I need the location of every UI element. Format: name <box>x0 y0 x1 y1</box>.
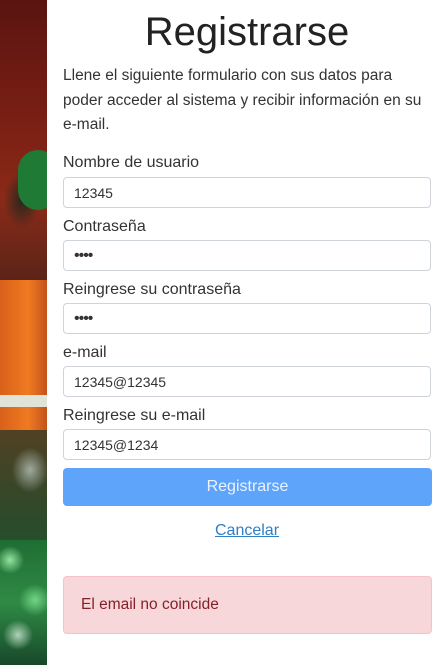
background-photo <box>0 0 47 665</box>
register-button[interactable]: Registrarse <box>63 468 432 506</box>
email-confirm-input[interactable] <box>63 429 431 460</box>
email-label: e-mail <box>63 344 107 361</box>
bottles-shape <box>0 540 47 665</box>
email-input[interactable] <box>63 366 431 397</box>
password-label: Contraseña <box>63 218 146 235</box>
password-input[interactable] <box>63 240 431 271</box>
helmet-shape <box>18 150 47 210</box>
password-confirm-input[interactable] <box>63 303 431 334</box>
vest-stripe <box>0 395 47 407</box>
username-label: Nombre de usuario <box>63 154 200 171</box>
error-alert: El email no coincide <box>63 576 432 634</box>
cancel-container: Cancelar <box>47 522 447 540</box>
vest-shape <box>0 280 47 430</box>
error-alert-text: El email no coincide <box>81 596 219 613</box>
username-input[interactable] <box>63 177 431 208</box>
password-confirm-label: Reingrese su contraseña <box>63 281 241 298</box>
page-title: Registrarse <box>144 10 350 54</box>
cancel-link[interactable]: Cancelar <box>215 522 279 539</box>
intro-text: Llene el siguiente formulario con sus da… <box>63 67 422 133</box>
registration-form: Registrarse Llene el siguiente formulari… <box>47 0 447 665</box>
email-confirm-label: Reingrese su e-mail <box>63 407 206 424</box>
